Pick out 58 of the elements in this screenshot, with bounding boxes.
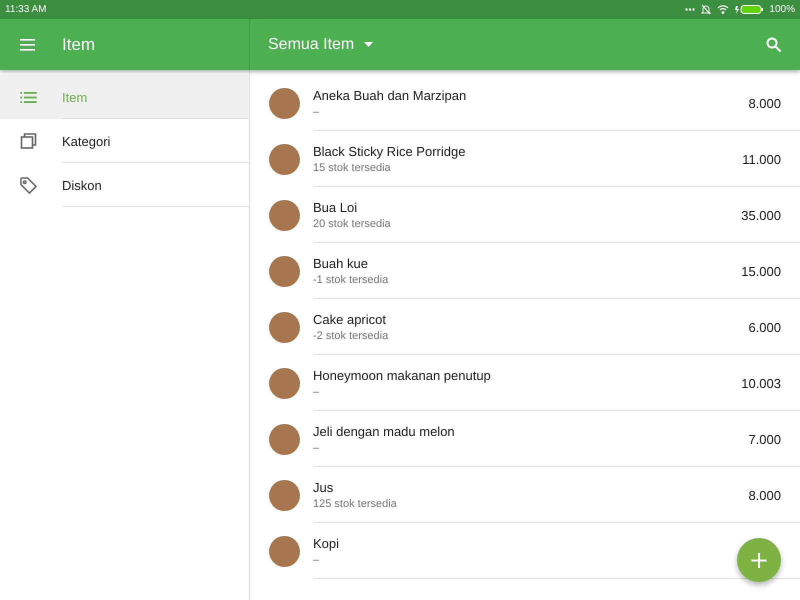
photo-placeholder [269,200,300,230]
wifi-icon [717,5,730,14]
item-stock: -1 stok tersedia [313,274,388,286]
item-stock: 125 stok tersedia [313,498,397,510]
item-row[interactable]: Cake apricot -2 stok tersedia 6.000 [250,299,800,355]
tag-icon [20,176,37,194]
item-row[interactable]: Buah kue -1 stok tersedia 15.000 [250,243,800,299]
caret-icon [364,42,374,47]
item-price: 8.000 [748,488,781,502]
item-price: 11.000 [742,152,781,166]
menu-icon[interactable] [20,38,38,52]
item-price: 10.003 [741,376,781,390]
status-time: 11:33 AM [5,4,47,15]
item-name: Jus [313,480,334,495]
item-price: 6.000 [748,320,781,334]
sidebar-item[interactable]: Kategori [0,119,249,163]
photo-placeholder [269,480,300,510]
item-name: Honeymoon makanan penutup [313,368,491,383]
item-name: Aneka Buah dan Marzipan [313,88,466,103]
item-stock: – [313,442,320,454]
item-name: Black Sticky Rice Porridge [313,144,466,159]
item-price: 8.000 [748,96,781,110]
search-icon[interactable] [766,36,782,52]
photo-placeholder [269,88,300,118]
item-name: Cake apricot [313,312,386,327]
item-row[interactable]: Black Sticky Rice Porridge 15 stok tersedia 11.000 [250,131,800,187]
app-title: Item [62,34,96,54]
item-row[interactable]: Honeymoon makanan penutup – 10.003 [250,355,800,411]
item-stock: -2 stok tersedia [313,330,388,342]
list-icon [20,92,37,102]
sidebar-item[interactable]: Diskon [0,163,249,207]
item-price: 35.000 [741,208,781,222]
photo-placeholder [269,256,300,286]
item-price: 7.000 [748,432,781,446]
battery-icon [735,5,764,14]
item-name: Bua Loi [313,200,358,215]
item-name: Kopi [313,536,340,551]
photo-placeholder [269,312,300,342]
item-row[interactable]: Bua Loi 20 stok tersedia 35.000 [250,187,800,243]
copy-icon [20,133,37,149]
item-price: 15.000 [741,264,781,278]
battery-percent: 100% [769,4,795,15]
item-row[interactable]: Aneka Buah dan Marzipan – 8.000 [250,75,800,131]
item-name: Jeli dengan madu melon [313,424,455,439]
photo-placeholder [269,424,300,454]
item-stock: 15 stok tersedia [313,162,391,174]
item-stock: – [313,554,320,566]
notification-dots-icon [685,8,696,11]
photo-placeholder [269,536,300,566]
bell-off-icon [701,4,712,15]
item-row[interactable]: Jeli dengan madu melon – 7.000 [250,411,800,467]
photo-placeholder [269,368,300,398]
photo-placeholder [269,144,300,174]
item-row[interactable]: Jus 125 stok tersedia 8.000 [250,467,800,523]
item-name: Buah kue [313,256,368,271]
item-stock: – [313,386,320,398]
item-stock: 20 stok tersedia [313,218,391,230]
item-stock: – [313,106,320,118]
